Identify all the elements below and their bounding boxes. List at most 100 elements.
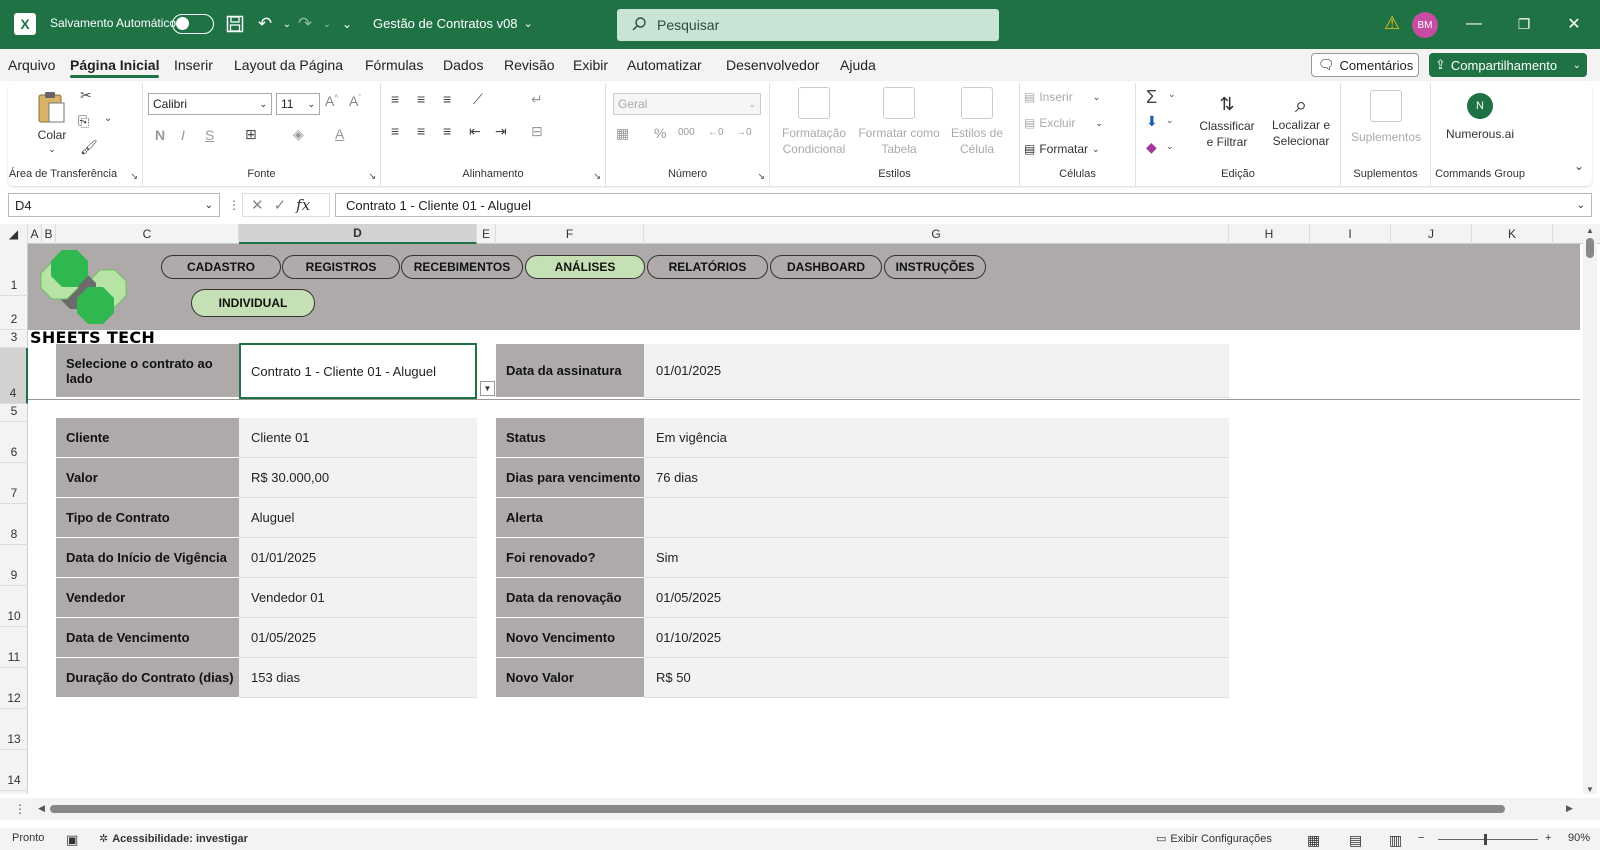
align-right-icon[interactable]: ≡: [443, 123, 451, 139]
fill-color-icon[interactable]: ◈: [293, 126, 304, 143]
customize-quick-access-icon[interactable]: ⌄: [336, 13, 358, 35]
scroll-right-icon[interactable]: ▶: [1566, 803, 1573, 814]
font-color-icon[interactable]: A: [335, 126, 344, 142]
align-middle-icon[interactable]: ≡: [417, 91, 425, 107]
enter-icon[interactable]: ✓: [274, 196, 287, 214]
column-header-i[interactable]: I: [1310, 224, 1391, 244]
cancel-icon[interactable]: ✕: [251, 196, 264, 214]
align-bottom-icon[interactable]: ≡: [443, 91, 451, 107]
contract-select-cell[interactable]: Contrato 1 - Cliente 01 - Aluguel: [239, 343, 477, 399]
row-header-13[interactable]: 13: [0, 709, 28, 750]
dialog-launcher-icon[interactable]: ↘: [757, 171, 765, 182]
delete-cells-button[interactable]: ▤ Excluir ⌄: [1024, 113, 1103, 133]
addins-button[interactable]: Suplementos: [1345, 87, 1427, 147]
cut-icon[interactable]: ✂: [80, 87, 92, 104]
nav-individual-button[interactable]: INDIVIDUAL: [191, 289, 315, 317]
zoom-level[interactable]: 90%: [1568, 832, 1590, 844]
document-title[interactable]: Gestão de Contratos v08 ⌄: [373, 16, 533, 31]
row-header-6[interactable]: 6: [0, 422, 28, 463]
comma-style-icon[interactable]: 000: [678, 127, 695, 138]
column-header-b[interactable]: B: [42, 224, 56, 244]
align-left-icon[interactable]: ≡: [391, 123, 399, 139]
page-break-view-icon[interactable]: ▥: [1389, 832, 1402, 849]
cell-styles-button[interactable]: Estilos de Célula: [942, 87, 1012, 157]
nav-relatorios-button[interactable]: RELATÓRIOS: [647, 255, 768, 279]
sheet-options-icon[interactable]: ⋮: [14, 802, 26, 816]
accounting-format-icon[interactable]: ▦: [616, 125, 629, 142]
row-header-2[interactable]: 2: [0, 296, 28, 330]
scroll-up-icon[interactable]: ▲: [1586, 226, 1594, 235]
row-header-12[interactable]: 12: [0, 668, 28, 709]
column-header-f[interactable]: F: [496, 224, 644, 244]
nav-cadastro-button[interactable]: CADASTRO: [161, 255, 281, 279]
nav-recebimentos-button[interactable]: RECEBIMENTOS: [401, 255, 523, 279]
dialog-launcher-icon[interactable]: ↘: [130, 171, 138, 182]
menu-pagina-inicial[interactable]: Página Inicial: [70, 57, 160, 78]
format-painter-icon[interactable]: 🖌: [80, 139, 98, 156]
chevron-down-icon[interactable]: ⌄: [1166, 141, 1174, 152]
select-all-corner[interactable]: ◢: [0, 224, 28, 244]
clear-icon[interactable]: ◆: [1146, 139, 1157, 156]
name-box[interactable]: D4 ⌄: [8, 193, 220, 217]
wrap-text-icon[interactable]: ↵: [531, 91, 543, 108]
accessibility-status[interactable]: ✲ Acessibilidade: investigar: [99, 832, 248, 846]
orientation-icon[interactable]: ⟋: [473, 91, 483, 108]
dialog-launcher-icon[interactable]: ↘: [593, 171, 601, 182]
row-header-8[interactable]: 8: [0, 504, 28, 545]
paste-icon[interactable]: [34, 89, 68, 125]
row-header-14[interactable]: 14: [0, 750, 28, 791]
menu-ajuda[interactable]: Ajuda: [840, 57, 876, 73]
chevron-down-icon[interactable]: ⌄: [1166, 115, 1174, 126]
sort-filter-button[interactable]: ⇅ Classificar e Filtrar: [1192, 87, 1262, 159]
chevron-down-icon[interactable]: ⌄: [104, 113, 112, 124]
percent-icon[interactable]: %: [654, 125, 666, 141]
contract-dropdown-icon[interactable]: ▼: [480, 381, 495, 396]
font-name-select[interactable]: Calibri ⌄: [148, 93, 272, 115]
dialog-launcher-icon[interactable]: ↘: [368, 171, 376, 182]
menu-dados[interactable]: Dados: [443, 57, 483, 73]
find-select-button[interactable]: ⌕ Localizar e Selecionar: [1264, 87, 1338, 159]
menu-inserir[interactable]: Inserir: [174, 57, 213, 73]
row-header-7[interactable]: 7: [0, 463, 28, 504]
row-header-11[interactable]: 11: [0, 627, 28, 668]
fill-icon[interactable]: ⬇: [1146, 113, 1158, 130]
search-box[interactable]: Pesquisar: [617, 9, 999, 41]
row-header-3[interactable]: 3: [0, 330, 28, 348]
save-icon[interactable]: [224, 13, 246, 35]
redo-dropdown-icon[interactable]: ⌄: [316, 13, 338, 35]
normal-view-icon[interactable]: ▦: [1307, 832, 1320, 849]
borders-icon[interactable]: ⊞: [245, 126, 257, 143]
minimize-icon[interactable]: —: [1460, 12, 1488, 36]
increase-decimal-icon[interactable]: ←0: [708, 127, 724, 138]
italic-icon[interactable]: I: [181, 127, 185, 143]
column-header-k[interactable]: K: [1472, 224, 1553, 244]
chevron-down-icon[interactable]: ⌄: [1168, 89, 1176, 100]
autosum-icon[interactable]: Σ: [1146, 87, 1157, 108]
macro-recording-icon[interactable]: ▣: [66, 832, 78, 848]
redo-icon[interactable]: ↷: [294, 13, 316, 35]
align-center-icon[interactable]: ≡: [417, 123, 425, 139]
column-header-g[interactable]: G: [644, 224, 1229, 244]
bold-icon[interactable]: N: [155, 127, 165, 143]
vertical-scrollbar[interactable]: ▲ ▼: [1583, 226, 1597, 794]
share-button[interactable]: ⇪ Compartilhamento ⌄: [1429, 53, 1587, 77]
nav-instrucoes-button[interactable]: INSTRUÇÕES: [884, 255, 986, 279]
font-size-select[interactable]: 11 ⌄: [276, 93, 320, 115]
comments-button[interactable]: 🗨 Comentários: [1311, 53, 1419, 77]
menu-layout-da-pagina[interactable]: Layout da Página: [234, 57, 343, 73]
menu-exibir[interactable]: Exibir: [573, 57, 608, 73]
nav-dashboard-button[interactable]: DASHBOARD: [770, 255, 882, 279]
column-header-e[interactable]: E: [477, 224, 496, 244]
row-header-9[interactable]: 9: [0, 545, 28, 586]
row-header-4[interactable]: 4: [0, 348, 28, 404]
paste-label[interactable]: Colar: [32, 127, 72, 143]
restore-icon[interactable]: ❐: [1510, 12, 1538, 36]
format-as-table-button[interactable]: Formatar como Tabela: [856, 87, 942, 157]
format-cells-button[interactable]: ▤ Formatar ⌄: [1024, 139, 1100, 159]
undo-icon[interactable]: ↶: [254, 13, 276, 35]
decrease-indent-icon[interactable]: ⇤: [469, 123, 481, 140]
close-icon[interactable]: ✕: [1560, 12, 1588, 36]
chevron-down-icon[interactable]: ⌄: [44, 143, 60, 155]
row-header-10[interactable]: 10: [0, 586, 28, 627]
avatar[interactable]: BM: [1412, 12, 1438, 38]
